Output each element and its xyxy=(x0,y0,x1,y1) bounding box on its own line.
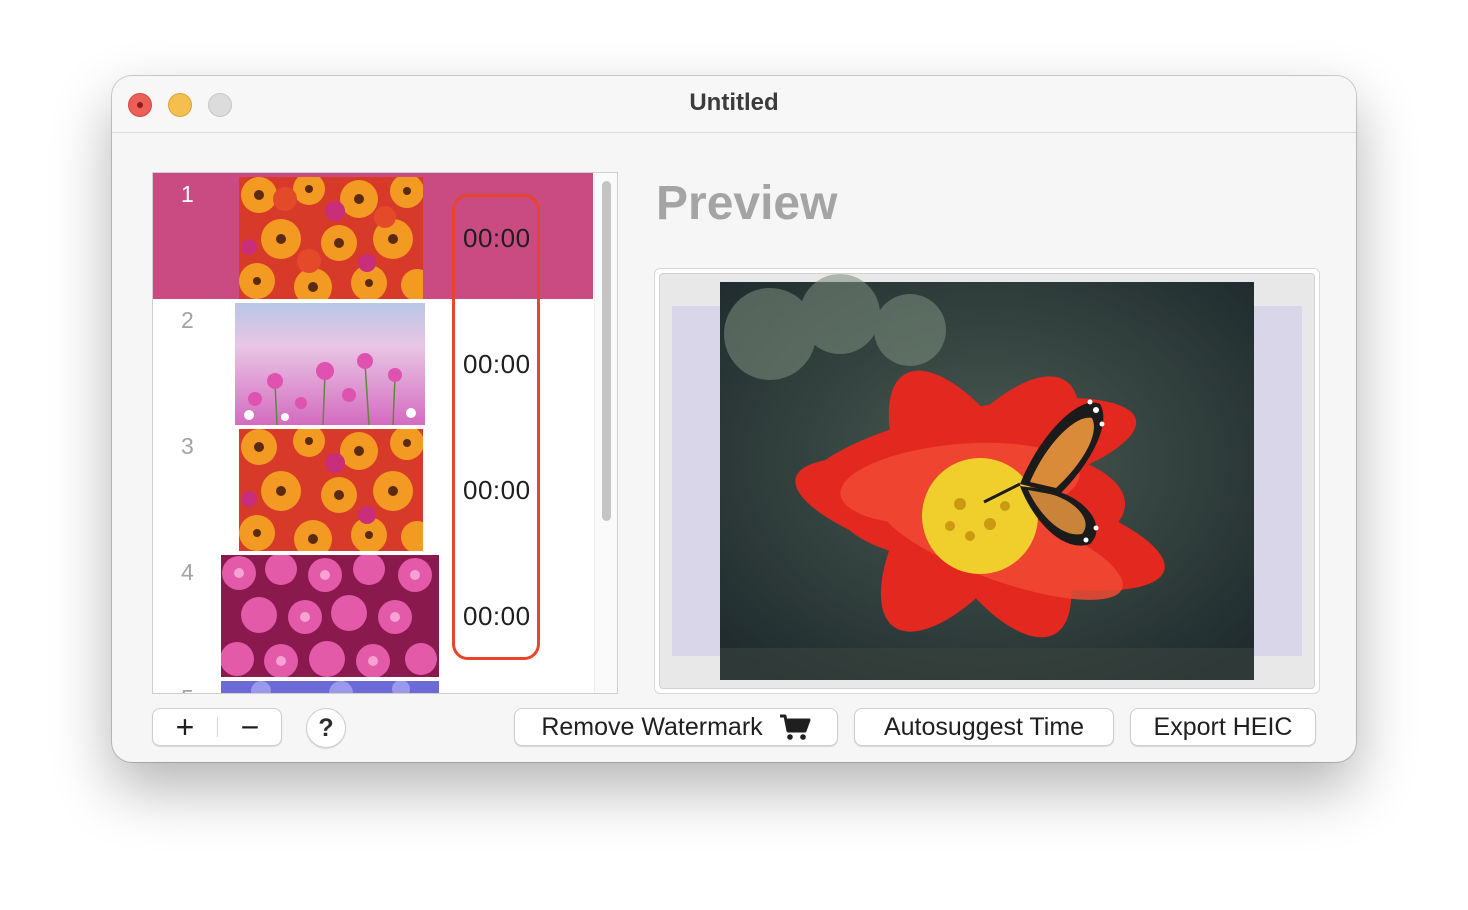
orange-flowers-thumbnail xyxy=(239,177,423,299)
autosuggest-time-button[interactable]: Autosuggest Time xyxy=(854,708,1114,746)
row-number: 1 xyxy=(181,181,194,207)
add-remove-segmented-control: + − xyxy=(152,708,282,746)
window-title: Untitled xyxy=(689,89,779,116)
row-number: 5 xyxy=(181,685,194,693)
help-button[interactable]: ? xyxy=(306,708,346,748)
add-image-button[interactable]: + xyxy=(153,709,217,745)
list-scrollbar-thumb[interactable] xyxy=(602,181,611,521)
image-list[interactable]: 1 00:00 2 00:00 3 00:00 4 00:00 xyxy=(152,172,618,694)
preview-panel xyxy=(654,268,1320,694)
remove-watermark-label: Remove Watermark xyxy=(541,712,763,741)
help-icon: ? xyxy=(318,713,334,742)
preview-canvas xyxy=(659,273,1315,689)
app-window: Untitled 1 00:00 2 00:00 3 00:00 4 00:00… xyxy=(112,76,1356,762)
list-row-5[interactable]: 5 xyxy=(153,677,593,693)
preview-title: Preview xyxy=(656,177,838,230)
row-number: 3 xyxy=(181,433,194,459)
row-number: 2 xyxy=(181,307,194,333)
purple-flowers-thumbnail xyxy=(221,681,439,693)
list-scrollbar[interactable] xyxy=(594,173,617,693)
time-column-highlight xyxy=(452,194,540,660)
cart-icon xyxy=(779,714,811,740)
orange-flowers-thumbnail xyxy=(239,429,423,551)
remove-watermark-button[interactable]: Remove Watermark xyxy=(514,708,838,746)
row-number: 4 xyxy=(181,559,194,585)
remove-image-button[interactable]: − xyxy=(218,709,282,745)
preview-image xyxy=(672,274,1302,680)
autosuggest-time-label: Autosuggest Time xyxy=(883,712,1085,741)
pink-meadow-thumbnail xyxy=(235,303,425,425)
export-heic-label: Export HEIC xyxy=(1153,712,1293,741)
export-heic-button[interactable]: Export HEIC xyxy=(1130,708,1316,746)
title-bar: Untitled xyxy=(112,76,1356,133)
pink-chrysanthemums-thumbnail xyxy=(221,555,439,677)
